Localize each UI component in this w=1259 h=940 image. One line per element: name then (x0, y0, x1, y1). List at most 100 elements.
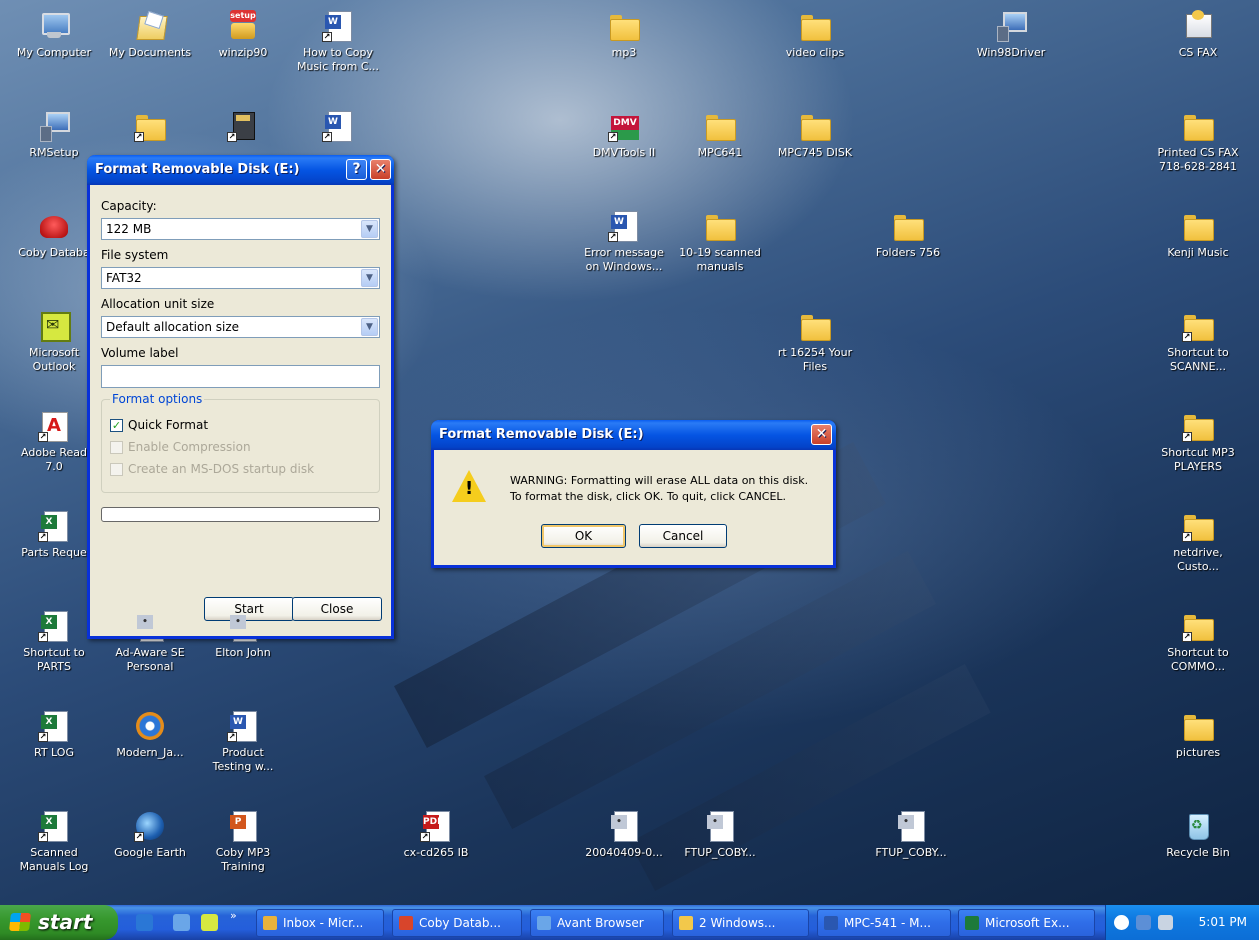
file-system-select[interactable]: FAT32 ▼ (101, 267, 380, 289)
desktop-icon[interactable]: Win98Driver (963, 10, 1059, 60)
back-arrow-icon[interactable] (1114, 915, 1129, 930)
desktop-icon[interactable]: Printed CS FAX 718-628-2841 (1150, 110, 1246, 174)
fax-icon (1182, 10, 1214, 42)
desktop-icon-label: Google Earth (114, 846, 186, 859)
desktop-icon[interactable]: My Computer (6, 10, 102, 60)
desktop-icon[interactable]: PDF ↗ cx-cd265 IB (388, 810, 484, 860)
desktop-icon[interactable]: ↗ netdrive, Custo... (1150, 510, 1246, 574)
desktop-icon[interactable]: winzip90 (195, 10, 291, 60)
desktop-icon-label: Coby MP3 Training (215, 846, 271, 873)
quick-launch-overflow-chevron[interactable]: » (230, 909, 237, 922)
desktop-icon[interactable]: MPC745 DISK (767, 110, 863, 160)
desktop-icon[interactable]: MPC641 (672, 110, 768, 160)
desktop-icon[interactable]: X ↗ Scanned Manuals Log (6, 810, 102, 874)
desktop-icon[interactable]: mp3 (576, 10, 672, 60)
desktop-icon[interactable]: ↗ (195, 110, 291, 146)
desktop-icon[interactable]: X ↗ RT LOG (6, 710, 102, 760)
allocation-unit-select[interactable]: Default allocation size ▼ (101, 316, 380, 338)
desktop-icon[interactable]: • 20040409-0... (576, 810, 672, 860)
desktop-icon-label: MPC745 DISK (777, 146, 853, 159)
word-badge: W (230, 715, 246, 729)
desktop-icon[interactable]: rt 16254 Your Files (767, 310, 863, 374)
network-icon[interactable] (1136, 915, 1151, 930)
task-avant-browser[interactable]: Avant Browser (530, 909, 664, 937)
desktop-icon[interactable]: W ↗ Product Testing w... (195, 710, 291, 774)
start-menu-button[interactable]: start (0, 905, 118, 940)
desktop-icon[interactable]: ↗ Shortcut MP3 PLAYERS (1150, 410, 1246, 474)
chevron-down-icon[interactable]: ▼ (361, 269, 378, 287)
desktop-icon-label: How to Copy Music from C... (296, 46, 380, 73)
task-coby-database[interactable]: Coby Datab... (392, 909, 522, 937)
desktop-icon[interactable]: Recycle Bin (1150, 810, 1246, 860)
cancel-button[interactable]: Cancel (639, 524, 727, 548)
desktop-icon[interactable]: W ↗ (290, 110, 386, 146)
desktop-icon[interactable]: CS FAX (1150, 10, 1246, 60)
msdos-startup-option: Create an MS-DOS startup disk (110, 458, 371, 480)
task-app-icon (965, 916, 979, 930)
enable-compression-option: Enable Compression (110, 436, 371, 458)
desktop-icon-label: DMVTools II (592, 146, 656, 159)
chevron-down-icon[interactable]: ▼ (361, 318, 378, 336)
word-badge: W (611, 215, 627, 229)
desktop-icon[interactable]: • FTUP_COBY... (863, 810, 959, 860)
quick-launch-avant-icon[interactable] (173, 914, 190, 931)
quick-launch-browser-icon[interactable] (136, 914, 153, 931)
excel-badge: X (41, 515, 57, 529)
safely-remove-icon[interactable] (1158, 915, 1173, 930)
desktop-icon-label: CS FAX (1178, 46, 1218, 59)
shortcut-arrow-icon: ↗ (38, 832, 48, 842)
warning-icon: ! (452, 470, 486, 502)
close-x-button[interactable]: ✕ (811, 424, 832, 445)
format-dialog-titlebar[interactable]: Format Removable Disk (E:) ? ✕ (87, 155, 394, 185)
desktop-icon[interactable]: ↗ Shortcut to COMMO... (1150, 610, 1246, 674)
generic-file-icon: • (895, 810, 927, 842)
desktop-icon-label: rt 16254 Your Files (777, 346, 853, 373)
generic-badge: • (230, 615, 246, 629)
desktop-icon[interactable]: My Documents (102, 10, 198, 60)
desktop-icon[interactable]: P Coby MP3 Training (195, 810, 291, 874)
start-button[interactable]: Start (204, 597, 294, 621)
quick-launch-outlook-icon[interactable] (201, 914, 218, 931)
desktop-icon[interactable]: W ↗ How to Copy Music from C... (290, 10, 386, 74)
desktop-icon[interactable]: Kenji Music (1150, 210, 1246, 260)
desktop-icon[interactable]: W ↗ Error message on Windows... (576, 210, 672, 274)
desktop-icon[interactable]: pictures (1150, 710, 1246, 760)
desktop-icon[interactable]: ↗ Shortcut to SCANNE... (1150, 310, 1246, 374)
ok-button[interactable]: OK (541, 524, 626, 548)
phone-app-icon (38, 210, 70, 242)
desktop-icon-label: Product Testing w... (212, 746, 274, 773)
task-inbox[interactable]: Inbox - Micr... (256, 909, 384, 937)
close-x-button[interactable]: ✕ (370, 159, 391, 180)
desktop-icon[interactable]: video clips (767, 10, 863, 60)
quick-format-checkbox[interactable]: ✓ (110, 418, 123, 432)
desktop-icon[interactable]: Folders 756 (860, 210, 956, 260)
desktop-icon[interactable]: RMSetup (6, 110, 102, 160)
shortcut-arrow-icon: ↗ (1182, 532, 1192, 542)
task-microsoft-excel[interactable]: Microsoft Ex... (958, 909, 1095, 937)
capacity-label: Capacity: (101, 199, 157, 213)
chevron-down-icon[interactable]: ▼ (361, 220, 378, 238)
help-button[interactable]: ? (346, 159, 367, 180)
start-label: start (38, 910, 93, 934)
desktop-icon[interactable]: ↗ Google Earth (102, 810, 198, 860)
desktop-icon[interactable]: Modern_Ja... (102, 710, 198, 760)
desktop-icon[interactable]: ↗ (102, 110, 198, 146)
desktop-icon[interactable]: ↗ DMVTools II (576, 110, 672, 160)
folder-shortcut-icon: ↗ (1182, 410, 1214, 442)
shortcut-arrow-icon: ↗ (322, 32, 332, 42)
shortcut-arrow-icon: ↗ (1182, 632, 1192, 642)
desktop-icon[interactable]: • FTUP_COBY... (672, 810, 768, 860)
warning-dialog-titlebar[interactable]: Format Removable Disk (E:) ✕ (431, 420, 836, 450)
shortcut-arrow-icon: ↗ (420, 832, 430, 842)
capacity-select[interactable]: 122 MB ▼ (101, 218, 380, 240)
task-mpc-541[interactable]: MPC-541 - M... (817, 909, 951, 937)
close-button[interactable]: Close (292, 597, 382, 621)
generic-badge: • (707, 815, 723, 829)
volume-label-input[interactable] (101, 365, 380, 388)
task-windows-group[interactable]: 2 Windows... (672, 909, 809, 937)
desktop-icon-label: My Documents (108, 46, 192, 59)
quick-format-option[interactable]: ✓ Quick Format (110, 414, 371, 436)
desktop-icon-label: Ad-Aware SE Personal (115, 646, 185, 673)
enable-compression-label: Enable Compression (128, 440, 251, 454)
desktop-icon[interactable]: 10-19 scanned manuals (672, 210, 768, 274)
